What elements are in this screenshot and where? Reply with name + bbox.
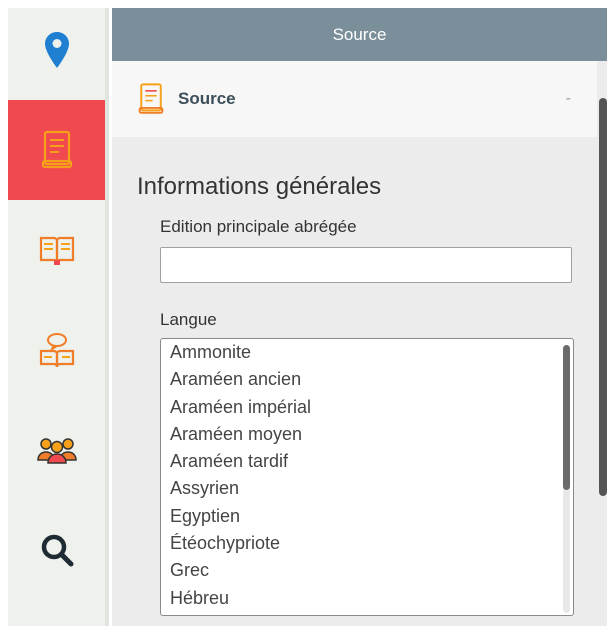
sidebar-item-location[interactable]: [8, 0, 105, 100]
langue-option[interactable]: Araméen impérial: [170, 394, 573, 421]
panel-header: Source: [112, 8, 607, 61]
group-title: Informations générales: [137, 173, 382, 200]
langue-option[interactable]: Araméen tardif: [170, 448, 573, 475]
map-pin-icon: [44, 32, 69, 68]
source-panel: Source Source - Informations générales E…: [112, 8, 607, 626]
langue-label: Langue: [160, 310, 217, 329]
langue-listbox[interactable]: Ammonite Araméen ancien Araméen impérial Ar…: [160, 338, 574, 616]
section-title: Source: [178, 89, 236, 108]
listbox-scroll-thumb[interactable]: [563, 345, 570, 490]
sidebar-item-people[interactable]: [8, 400, 105, 500]
panel-scrollbar[interactable]: [599, 98, 607, 496]
langue-options: Ammonite Araméen ancien Araméen impérial Ar…: [161, 339, 573, 612]
open-book-icon: [39, 236, 74, 265]
langue-option[interactable]: Ammonite: [170, 339, 573, 366]
book-speech-icon: [39, 333, 74, 368]
sidebar-item-commentary[interactable]: [8, 300, 105, 400]
collapse-button[interactable]: -: [566, 90, 571, 108]
people-group-icon: [36, 438, 77, 464]
langue-option[interactable]: Hébreu: [170, 585, 573, 612]
general-info-section: Informations générales Edition principal…: [112, 137, 597, 616]
listbox-scrollbar[interactable]: [563, 345, 570, 613]
langue-option[interactable]: Araméen ancien: [170, 366, 573, 393]
sidebar-item-source[interactable]: [8, 100, 105, 200]
edition-label: Edition principale abrégée: [160, 217, 357, 236]
langue-option[interactable]: Egyptien: [170, 503, 573, 530]
sidebar-rail: [8, 8, 109, 626]
document-book-icon: [41, 130, 72, 169]
edition-input[interactable]: [160, 247, 572, 283]
panel-title: Source: [332, 24, 387, 44]
langue-option[interactable]: Assyrien: [170, 475, 573, 502]
langue-option[interactable]: Étéochypriote: [170, 530, 573, 557]
sidebar-item-search[interactable]: [8, 500, 105, 600]
langue-option[interactable]: Araméen moyen: [170, 421, 573, 448]
langue-option[interactable]: Grec: [170, 557, 573, 584]
document-book-icon: [138, 82, 164, 116]
search-icon: [41, 534, 73, 567]
sidebar-item-edition[interactable]: [8, 200, 105, 300]
section-bar-source[interactable]: Source -: [112, 61, 597, 137]
